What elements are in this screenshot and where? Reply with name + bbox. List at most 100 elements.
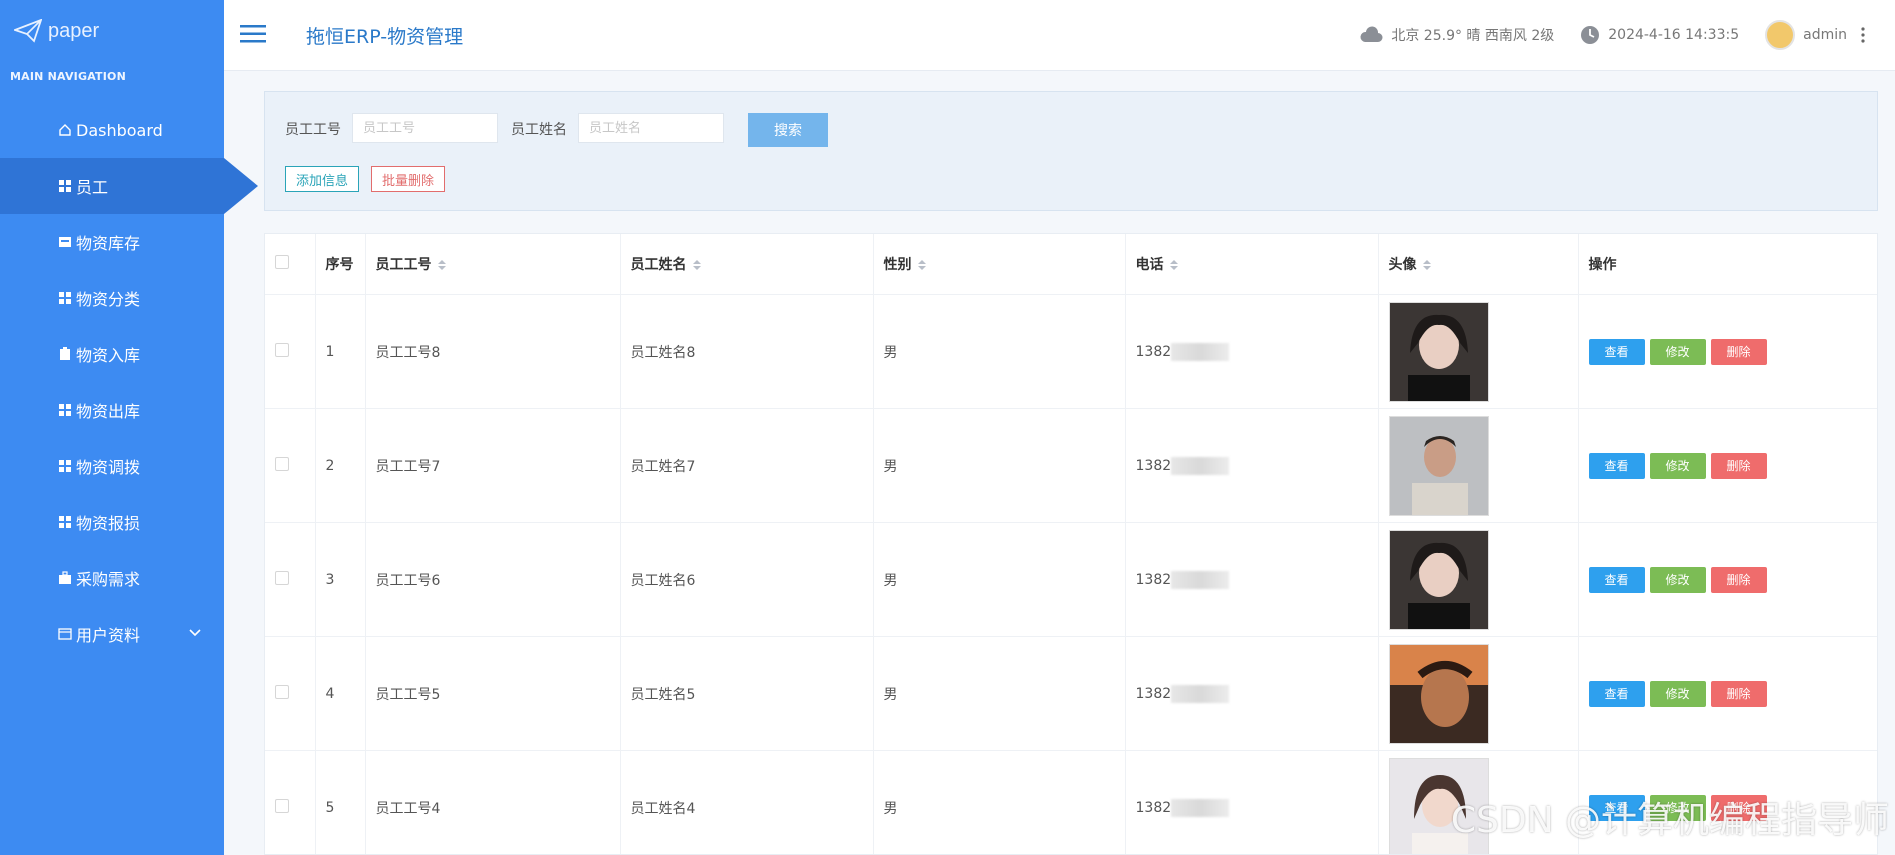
edit-button[interactable]: 修改: [1649, 680, 1706, 707]
avatar-photo[interactable]: [1388, 643, 1489, 744]
sort-icon[interactable]: [917, 260, 926, 270]
sidebar-item-dashboard[interactable]: Dashboard: [0, 102, 224, 158]
sort-icon[interactable]: [1422, 260, 1431, 270]
emp-no-label: 员工工号: [285, 122, 341, 138]
clock-icon: [1581, 26, 1600, 44]
sidebar-item-purchase[interactable]: 采购需求: [0, 550, 224, 606]
sidebar-item-label: 员工: [76, 178, 109, 197]
cell-emp-no: 员工工号6: [365, 522, 621, 637]
cell-emp-no: 员工工号4: [365, 750, 621, 854]
weather-widget: 北京 25.9° 晴 西南风 2级: [1359, 25, 1554, 45]
avatar-photo[interactable]: [1388, 415, 1489, 516]
view-button[interactable]: 查看: [1588, 566, 1645, 593]
user-menu[interactable]: admin: [1765, 20, 1869, 50]
sidebar-item-label: 物资报损: [76, 514, 141, 533]
cell-index: 2: [315, 408, 366, 523]
sidebar-nav: Dashboard 员工 物资库存 物资分类 物资入库 物资出库 物资调拨 物资…: [0, 102, 258, 662]
edit-button[interactable]: 修改: [1649, 452, 1706, 479]
column-header-phone[interactable]: 电话: [1125, 234, 1379, 295]
cell-actions: 查看 修改 删除: [1578, 408, 1877, 523]
username: admin: [1803, 27, 1847, 43]
cloud-icon: [1360, 26, 1383, 42]
employee-table: 序号 员工工号 员工姓名 性别 电话 头像 操作 1 员工工号8 员工姓名8 男…: [264, 233, 1878, 855]
row-checkbox[interactable]: [275, 570, 289, 585]
cell-emp-name: 员工姓名4: [620, 750, 874, 854]
batch-delete-button[interactable]: 批量删除: [371, 166, 446, 192]
emp-no-input[interactable]: [352, 113, 498, 143]
chevron-down-icon[interactable]: [188, 628, 202, 638]
blurred-phone: [1171, 684, 1230, 703]
sidebar-item-stock-in[interactable]: 物资入库: [0, 326, 224, 382]
cell-index: 3: [315, 522, 366, 637]
column-header-gender[interactable]: 性别: [873, 234, 1126, 295]
logo-text: paper: [48, 19, 100, 42]
sidebar-item-user-profile[interactable]: 用户资料: [0, 606, 224, 662]
sidebar-item-category[interactable]: 物资分类: [0, 270, 224, 326]
home-icon: [59, 124, 71, 136]
delete-button[interactable]: 删除: [1710, 566, 1767, 593]
column-header-emp-name[interactable]: 员工姓名: [620, 234, 874, 295]
sidebar-item-stock-out[interactable]: 物资出库: [0, 382, 224, 438]
column-header-actions: 操作: [1578, 234, 1877, 295]
delete-button[interactable]: 删除: [1710, 452, 1767, 479]
select-all-checkbox[interactable]: [275, 255, 289, 269]
sidebar-item-label: 物资分类: [76, 290, 141, 309]
cell-gender: 男: [873, 294, 1126, 409]
sidebar-item-employees[interactable]: 员工: [0, 158, 258, 214]
menu-toggle-icon[interactable]: [240, 24, 266, 44]
table-row: 3 员工工号6 员工姓名6 男 1382 查看 修改 删除: [265, 522, 1877, 637]
cell-gender: 男: [873, 522, 1126, 637]
cell-phone: 1382: [1125, 750, 1379, 854]
paper-plane-icon: [14, 19, 42, 43]
cell-emp-name: 员工姓名6: [620, 522, 874, 637]
edit-button[interactable]: 修改: [1649, 338, 1706, 365]
view-button[interactable]: 查看: [1588, 452, 1645, 479]
cell-emp-no: 员工工号7: [365, 408, 621, 523]
row-checkbox[interactable]: [275, 684, 289, 699]
grid-icon: [59, 404, 71, 416]
row-checkbox[interactable]: [275, 798, 289, 813]
nav-section-title: MAIN NAVIGATION: [10, 70, 127, 83]
cell-phone: 1382: [1125, 408, 1379, 523]
blurred-phone: [1171, 798, 1230, 817]
avatar-photo[interactable]: [1388, 301, 1489, 402]
search-button[interactable]: 搜索: [748, 113, 828, 147]
app-title: 拖恒ERP-物资管理: [306, 26, 464, 48]
sort-icon[interactable]: [1169, 260, 1178, 270]
sidebar-item-label: 物资调拨: [76, 458, 141, 477]
sidebar-item-label: 物资入库: [76, 346, 141, 365]
cell-gender: 男: [873, 750, 1126, 854]
header-status-area: 北京 25.9° 晴 西南风 2级 2024-4-16 14:33:5 admi…: [1359, 0, 1895, 70]
row-checkbox[interactable]: [275, 342, 289, 357]
delete-button[interactable]: 删除: [1710, 338, 1767, 365]
sort-icon[interactable]: [437, 260, 446, 270]
column-header-emp-no[interactable]: 员工工号: [365, 234, 621, 295]
blurred-phone: [1171, 342, 1230, 361]
sidebar-item-transfer[interactable]: 物资调拨: [0, 438, 224, 494]
sidebar-item-label: 物资出库: [76, 402, 141, 421]
row-checkbox[interactable]: [275, 456, 289, 471]
blurred-phone: [1171, 456, 1230, 475]
sidebar-item-inventory[interactable]: 物资库存: [0, 214, 224, 270]
view-button[interactable]: 查看: [1588, 338, 1645, 365]
add-info-button[interactable]: 添加信息: [285, 166, 360, 192]
logo[interactable]: paper: [14, 16, 99, 46]
datetime-text: 2024-4-16 14:33:5: [1608, 27, 1740, 43]
grid-icon: [59, 516, 71, 528]
grid-icon: [59, 292, 71, 304]
column-header-avatar[interactable]: 头像: [1378, 234, 1579, 295]
avatar-photo[interactable]: [1388, 529, 1489, 630]
table-row: 1 员工工号8 员工姓名8 男 1382 查看 修改 删除: [265, 294, 1877, 409]
sidebar-item-loss[interactable]: 物资报损: [0, 494, 224, 550]
edit-button[interactable]: 修改: [1649, 566, 1706, 593]
sidebar-item-label: 采购需求: [76, 570, 141, 589]
cell-emp-name: 员工姓名8: [620, 294, 874, 409]
sort-icon[interactable]: [692, 260, 701, 270]
cell-emp-name: 员工姓名7: [620, 408, 874, 523]
grid-icon: [59, 180, 71, 192]
view-button[interactable]: 查看: [1588, 680, 1645, 707]
avatar: [1765, 20, 1796, 50]
emp-name-input[interactable]: [578, 113, 724, 143]
more-vertical-icon[interactable]: [1857, 26, 1869, 44]
delete-button[interactable]: 删除: [1710, 680, 1767, 707]
